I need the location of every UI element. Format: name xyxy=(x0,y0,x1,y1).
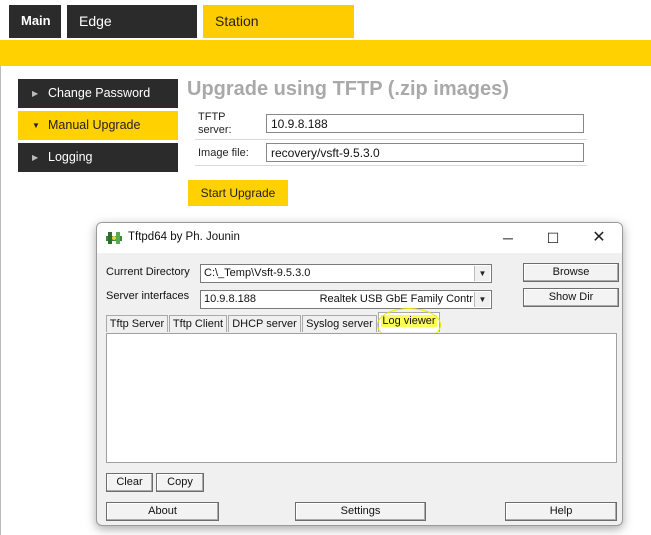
about-button[interactable]: About xyxy=(106,502,219,521)
tab-tftp-server[interactable]: Tftp Server xyxy=(106,315,168,332)
sidebar-item-manual-upgrade[interactable]: ▼ Manual Upgrade xyxy=(18,111,178,140)
image-file-label: Image file: xyxy=(198,147,249,159)
sidebar-item-label: Change Password xyxy=(48,86,151,100)
left-divider xyxy=(0,66,1,535)
tftp-server-label: TFTP server: xyxy=(198,111,232,136)
page-title: Upgrade using TFTP (.zip images) xyxy=(187,78,509,100)
tab-edge-configuration[interactable]: Edge Configuration xyxy=(67,5,197,61)
log-viewer-area[interactable] xyxy=(106,333,617,463)
tftp-server-row: TFTP server: 10.9.8.188 xyxy=(195,109,587,140)
app-icon xyxy=(106,232,122,244)
header-bar xyxy=(0,40,651,66)
current-directory-select[interactable]: C:\_Temp\Vsft-9.5.3.0 ▼ xyxy=(200,264,492,283)
current-directory-label: Current Directory xyxy=(106,266,190,278)
browse-button[interactable]: Browse xyxy=(523,263,619,282)
settings-button[interactable]: Settings xyxy=(295,502,426,521)
chevron-down-icon: ▼ xyxy=(32,121,40,130)
chevron-down-icon[interactable]: ▼ xyxy=(474,292,490,307)
server-interface-adapter: Realtek USB GbE Family Contr xyxy=(319,293,473,305)
image-file-row: Image file: recovery/vsft-9.5.3.0 xyxy=(195,140,587,166)
tftpd64-window: Tftpd64 by Ph. Jounin ─ ☐ ✕ Current Dire… xyxy=(96,222,623,526)
sidebar-item-logging[interactable]: ▶ Logging xyxy=(18,143,178,172)
help-button[interactable]: Help xyxy=(505,502,617,521)
tftp-server-input[interactable]: 10.9.8.188 xyxy=(266,114,584,133)
sidebar-item-label: Manual Upgrade xyxy=(48,118,141,132)
show-dir-button[interactable]: Show Dir xyxy=(523,288,619,307)
tab-station-administration[interactable]: Station Administration xyxy=(203,5,354,61)
server-interface-ip: 10.9.8.188 xyxy=(204,293,256,305)
clear-button[interactable]: Clear xyxy=(106,473,153,492)
window-title: Tftpd64 by Ph. Jounin xyxy=(128,231,240,243)
server-interfaces-label: Server interfaces xyxy=(106,290,190,302)
tab-syslog-server[interactable]: Syslog server xyxy=(302,315,377,332)
start-upgrade-button[interactable]: Start Upgrade xyxy=(188,180,288,206)
maximize-icon[interactable]: ☐ xyxy=(538,227,568,249)
window-titlebar[interactable]: Tftpd64 by Ph. Jounin ─ ☐ ✕ xyxy=(97,223,622,253)
top-nav: Main Edge Configuration Station Administ… xyxy=(0,0,651,61)
tab-dhcp-server[interactable]: DHCP server xyxy=(228,315,301,332)
sidebar-item-label: Logging xyxy=(48,150,93,164)
chevron-right-icon: ▶ xyxy=(32,153,39,162)
copy-button[interactable]: Copy xyxy=(156,473,204,492)
tab-main[interactable]: Main xyxy=(9,5,61,38)
close-icon[interactable]: ✕ xyxy=(584,227,614,249)
server-interfaces-select[interactable]: 10.9.8.188 Realtek USB GbE Family Contr … xyxy=(200,290,492,309)
sidebar-item-change-password[interactable]: ▶ Change Password xyxy=(18,79,178,108)
chevron-down-icon[interactable]: ▼ xyxy=(474,266,490,281)
image-file-input[interactable]: recovery/vsft-9.5.3.0 xyxy=(266,143,584,162)
chevron-right-icon: ▶ xyxy=(32,89,39,98)
tab-tftp-client[interactable]: Tftp Client xyxy=(169,315,227,332)
current-directory-value: C:\_Temp\Vsft-9.5.3.0 xyxy=(204,267,311,279)
minimize-icon[interactable]: ─ xyxy=(493,227,523,249)
